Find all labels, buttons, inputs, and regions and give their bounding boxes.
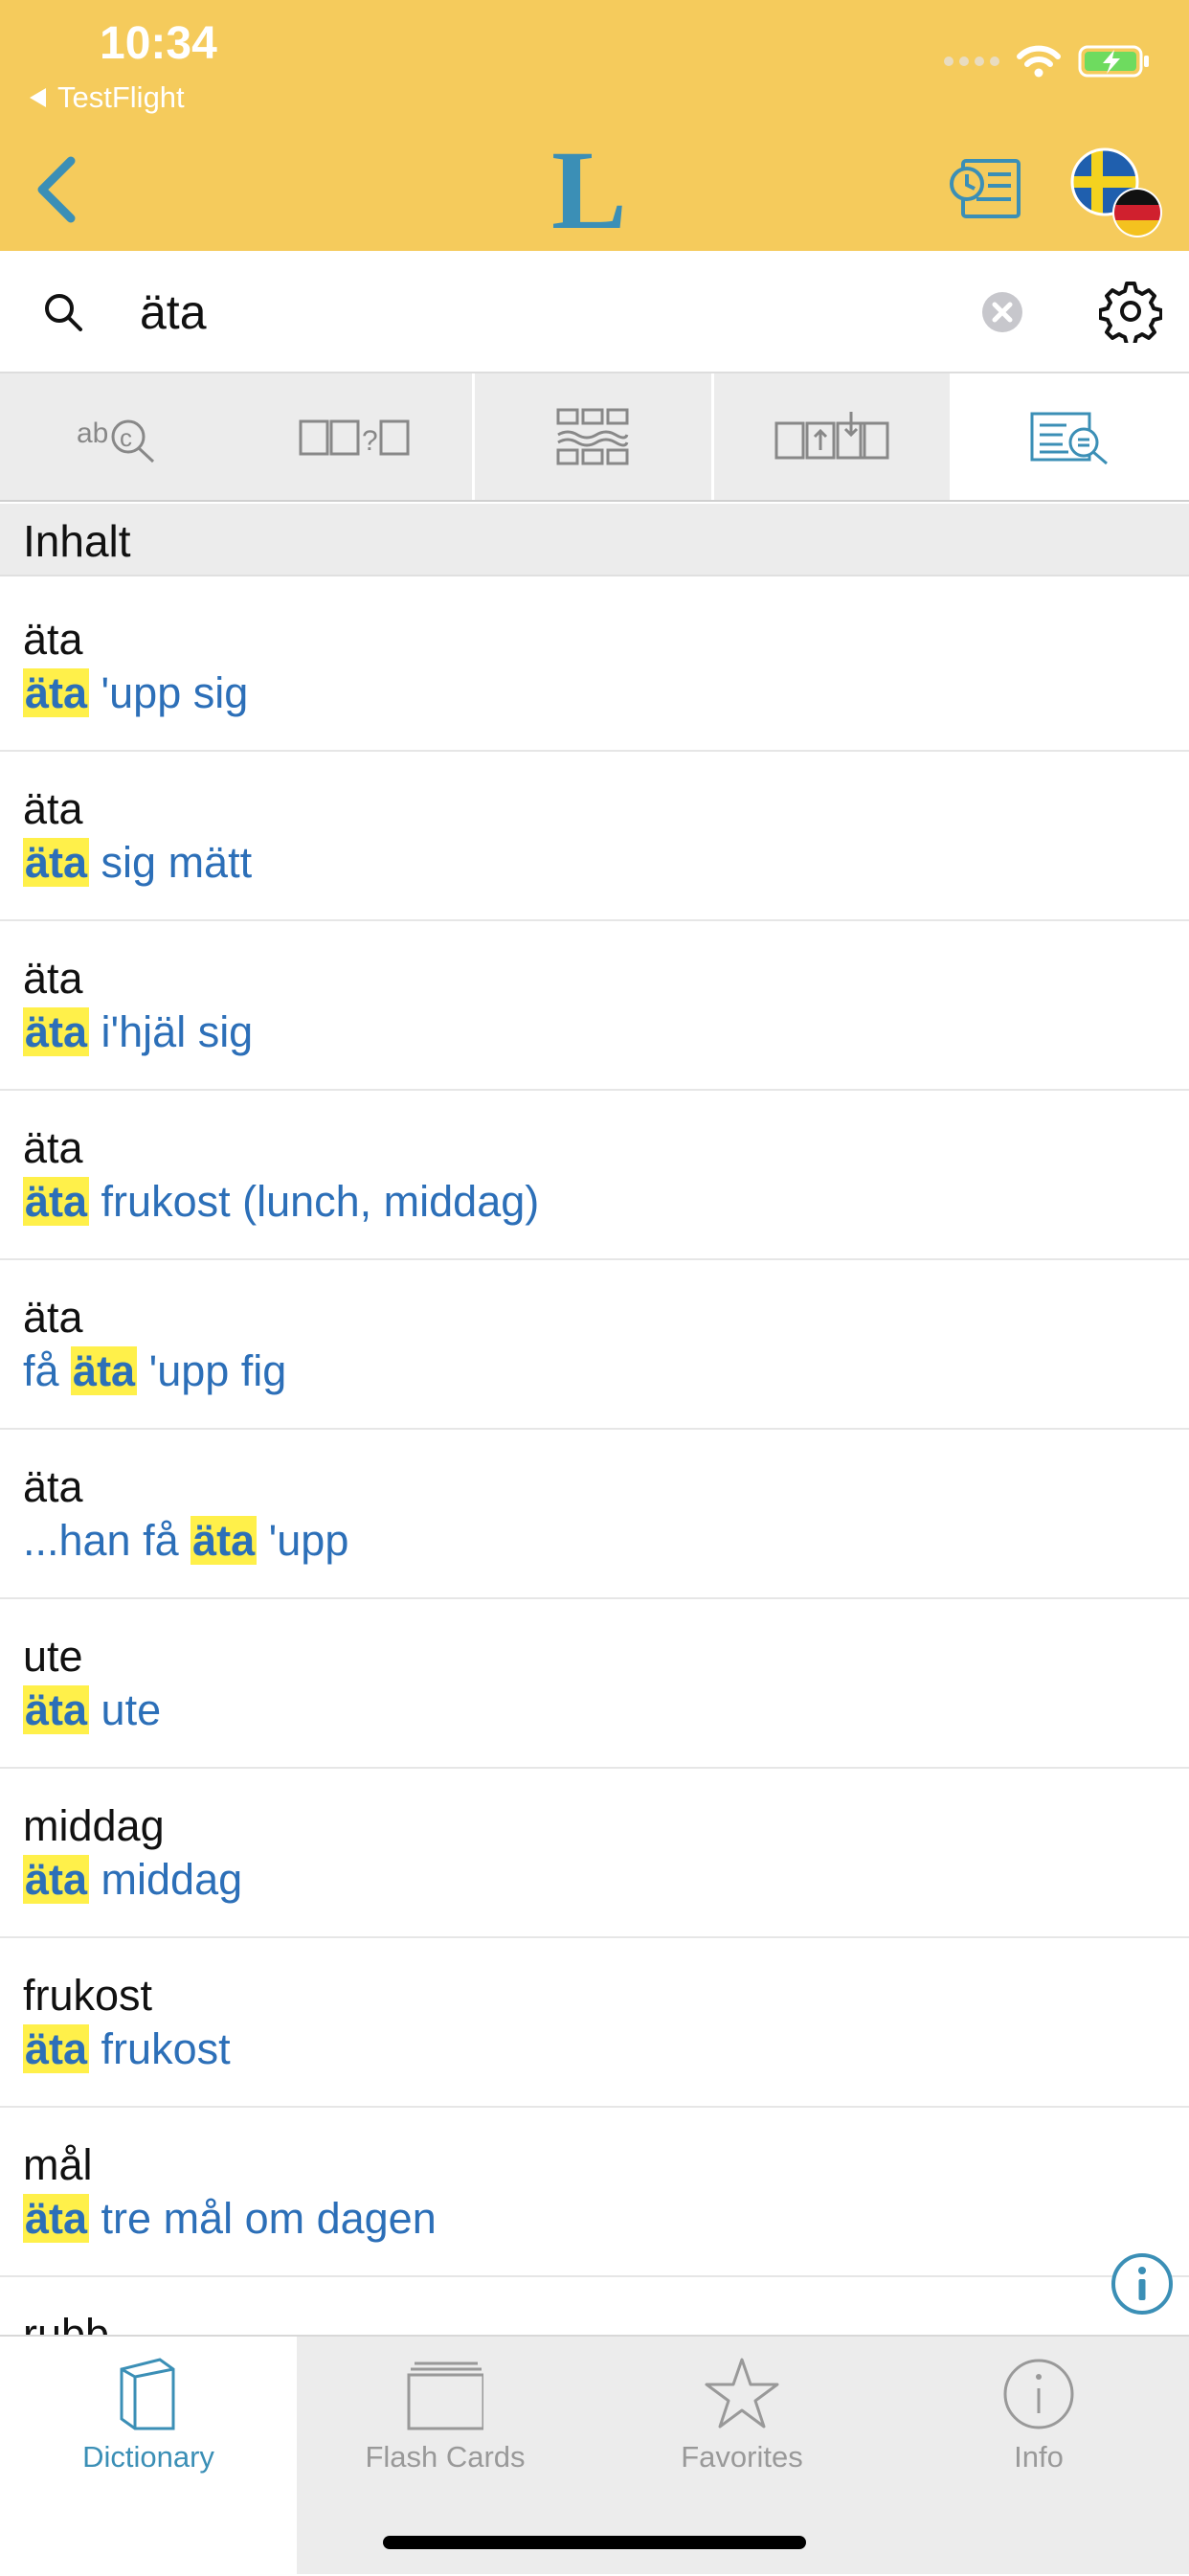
list-item[interactable]: frukost äta frukost [0, 1938, 1189, 2108]
search-mode-tabs: ab c ? [0, 373, 1189, 502]
word-quiz-icon: ? [299, 419, 410, 457]
match-highlight: äta [23, 838, 90, 887]
langenscheidt-logo: L [551, 140, 627, 236]
results-list: äta äta 'upp sig äta äta sig mätt äta ät… [0, 582, 1189, 2447]
translation-phrase: äta ute [23, 1685, 162, 1734]
home-indicator [383, 2536, 806, 2549]
tab-transfer[interactable] [710, 373, 951, 500]
match-highlight: äta [71, 1346, 138, 1395]
tab-label: Info [1014, 2440, 1064, 2474]
match-highlight: äta [23, 2194, 90, 2243]
signal-icon [944, 56, 999, 66]
list-item[interactable]: ute äta ute [0, 1599, 1189, 1769]
wifi-icon [1017, 45, 1061, 78]
headword: äta [23, 954, 83, 1003]
app-header: 10:34 TestFlight L [0, 0, 1189, 251]
back-triangle-icon [30, 88, 46, 107]
match-highlight: äta [191, 1516, 258, 1565]
headword: frukost [23, 1971, 153, 2020]
tab-label: Dictionary [82, 2440, 214, 2474]
svg-text:ab: ab [77, 418, 108, 449]
headword: ute [23, 1632, 83, 1681]
star-icon [705, 2358, 779, 2429]
search-input[interactable] [140, 276, 944, 349]
translation-phrase: äta frukost (lunch, middag) [23, 1177, 540, 1226]
battery-charging-icon [1078, 45, 1149, 78]
translation-phrase: äta frukost [23, 2024, 231, 2073]
translation-phrase: äta sig mätt [23, 838, 253, 887]
list-item[interactable]: äta få äta 'upp fig [0, 1260, 1189, 1430]
headword: mål [23, 2140, 93, 2189]
translation-phrase: äta tre mål om dagen [23, 2194, 437, 2243]
headword: äta [23, 784, 83, 833]
match-highlight: äta [23, 1177, 90, 1226]
transfer-icon [774, 412, 889, 460]
match-highlight: äta [23, 668, 90, 717]
translation-phrase: få äta 'upp fig [23, 1346, 287, 1395]
match-highlight: äta [23, 2024, 90, 2073]
bottom-tab-bar: Dictionary Flash Cards Favorites Info [0, 2335, 1189, 2576]
clear-search-icon[interactable] [981, 291, 1023, 333]
flash-cards-icon [407, 2361, 483, 2430]
info-icon [1003, 2359, 1074, 2429]
search-bar [0, 251, 1189, 373]
list-item[interactable]: äta äta frukost (lunch, middag) [0, 1091, 1189, 1260]
chevron-left-icon[interactable] [29, 151, 86, 228]
headword: middag [23, 1801, 165, 1850]
status-time: 10:34 [100, 18, 217, 69]
spellcheck-search-icon: ab c [77, 418, 155, 463]
section-header: Inhalt [0, 504, 1189, 576]
headword: äta [23, 1123, 83, 1172]
tab-label: Flash Cards [365, 2440, 526, 2474]
tab-info[interactable]: Info [890, 2337, 1187, 2576]
headword: äta [23, 615, 83, 664]
match-highlight: äta [23, 1685, 90, 1734]
translation-phrase: äta i'hjäl sig [23, 1007, 254, 1056]
tab-dictionary[interactable]: Dictionary [0, 2337, 297, 2576]
list-item[interactable]: middag äta middag [0, 1769, 1189, 1938]
list-item[interactable]: äta ...han få äta 'upp [0, 1430, 1189, 1599]
grid-compare-icon [556, 408, 629, 465]
language-flag-icon[interactable] [1070, 144, 1166, 239]
fulltext-search-icon [1030, 412, 1108, 465]
tab-grid-compare[interactable] [472, 373, 711, 500]
status-indicators [944, 44, 1151, 79]
back-to-testflight[interactable]: TestFlight [29, 80, 185, 115]
list-item[interactable]: äta äta 'upp sig [0, 582, 1189, 752]
gear-icon[interactable] [1099, 280, 1162, 343]
list-item[interactable]: äta äta sig mätt [0, 752, 1189, 921]
svg-text:c: c [120, 423, 132, 452]
info-icon[interactable] [1110, 2252, 1174, 2316]
list-item[interactable]: mål äta tre mål om dagen [0, 2108, 1189, 2277]
section-title: Inhalt [23, 516, 131, 566]
tab-fulltext-search[interactable] [950, 373, 1189, 500]
headword: äta [23, 1293, 83, 1342]
tab-word-quiz[interactable]: ? [236, 373, 473, 500]
match-highlight: äta [23, 1855, 90, 1904]
svg-text:?: ? [362, 425, 378, 457]
tab-spellcheck[interactable]: ab c [0, 373, 236, 500]
search-icon [45, 294, 82, 331]
history-icon[interactable] [948, 155, 1024, 222]
list-item[interactable]: äta äta i'hjäl sig [0, 921, 1189, 1091]
translation-phrase: äta middag [23, 1855, 243, 1904]
svg-text:L: L [551, 140, 627, 236]
match-highlight: äta [23, 1007, 90, 1056]
back-app-label: TestFlight [57, 80, 185, 114]
translation-phrase: ...han få äta 'upp [23, 1516, 349, 1565]
tab-label: Favorites [681, 2440, 803, 2474]
book-icon [120, 2358, 175, 2430]
headword: äta [23, 1462, 83, 1511]
translation-phrase: äta 'upp sig [23, 668, 249, 717]
